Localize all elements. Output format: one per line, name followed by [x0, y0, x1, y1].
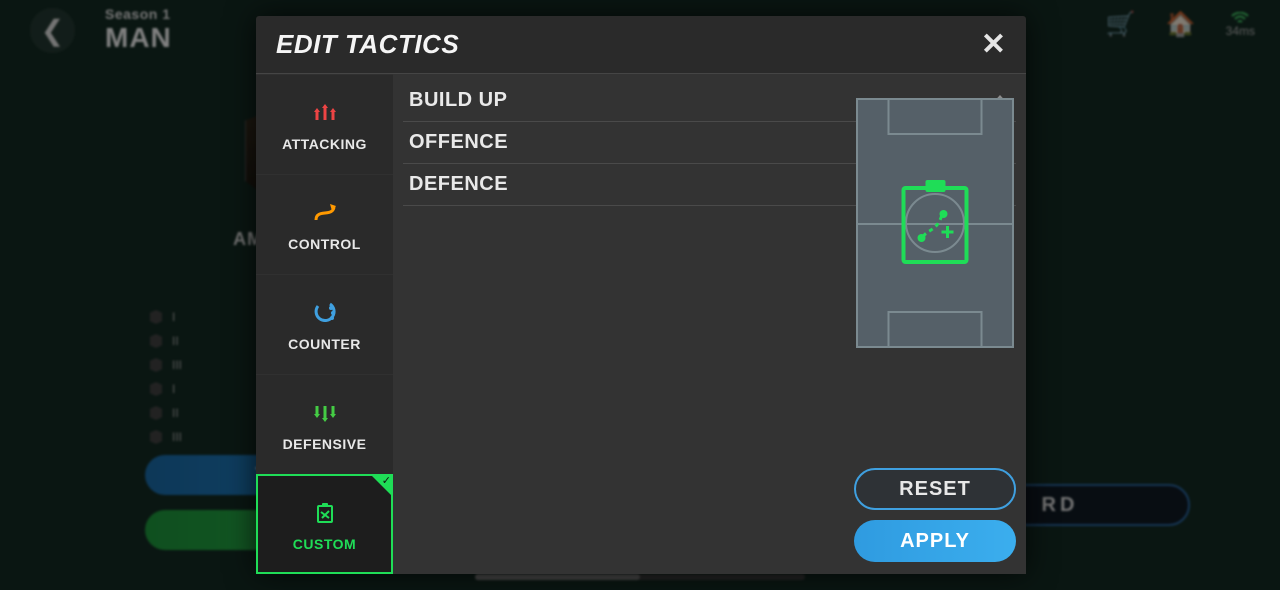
- clipboard-icon: [898, 180, 973, 266]
- accordion-label: OFFENCE: [409, 131, 508, 154]
- back-button[interactable]: ❮: [30, 8, 75, 53]
- tactic-tabs: ATTACKING CONTROL COUNTER: [256, 74, 393, 574]
- tab-attacking[interactable]: ATTACKING: [256, 74, 393, 174]
- modal-header: EDIT TACTICS ✕: [256, 16, 1026, 74]
- wifi-icon: [1231, 12, 1249, 24]
- cart-icon[interactable]: 🛒: [1106, 10, 1136, 39]
- defensive-icon: [310, 398, 340, 428]
- custom-icon: [310, 498, 340, 528]
- tab-defensive[interactable]: DEFENSIVE: [256, 374, 393, 474]
- tab-control[interactable]: CONTROL: [256, 174, 393, 274]
- top-icons: 🛒 🏠 34ms: [1106, 10, 1255, 39]
- scroll-indicator[interactable]: [475, 574, 805, 580]
- reset-button[interactable]: RESET: [854, 468, 1016, 510]
- attacking-icon: [310, 98, 340, 128]
- tab-label: CUSTOM: [293, 536, 356, 552]
- tab-label: DEFENSIVE: [283, 436, 367, 452]
- brand-label: MAN: [105, 22, 172, 54]
- close-icon: ✕: [981, 28, 1006, 61]
- tab-custom[interactable]: CUSTOM: [256, 474, 393, 574]
- apply-button[interactable]: APPLY: [854, 520, 1016, 562]
- tab-label: CONTROL: [288, 236, 361, 252]
- accordion-label: BUILD UP: [409, 89, 507, 112]
- season-tag: Season 1: [105, 6, 172, 22]
- ping-label: 34ms: [1226, 24, 1255, 38]
- counter-icon: [310, 298, 340, 328]
- edit-tactics-modal: EDIT TACTICS ✕ ATTACKING CONTROL: [256, 16, 1026, 574]
- tab-label: ATTACKING: [282, 136, 367, 152]
- check-icon: [371, 475, 393, 497]
- control-icon: [310, 198, 340, 228]
- modal-footer: RESET APPLY: [854, 468, 1016, 562]
- accordion-label: DEFENCE: [409, 173, 508, 196]
- ping-indicator: 34ms: [1226, 12, 1255, 38]
- modal-title: EDIT TACTICS: [276, 29, 459, 60]
- tab-counter[interactable]: COUNTER: [256, 274, 393, 374]
- close-button[interactable]: ✕: [981, 27, 1006, 62]
- home-icon[interactable]: 🏠: [1166, 10, 1196, 39]
- pitch-preview: [856, 98, 1014, 348]
- tab-label: COUNTER: [288, 336, 361, 352]
- season-brand: Season 1 MAN: [105, 6, 172, 54]
